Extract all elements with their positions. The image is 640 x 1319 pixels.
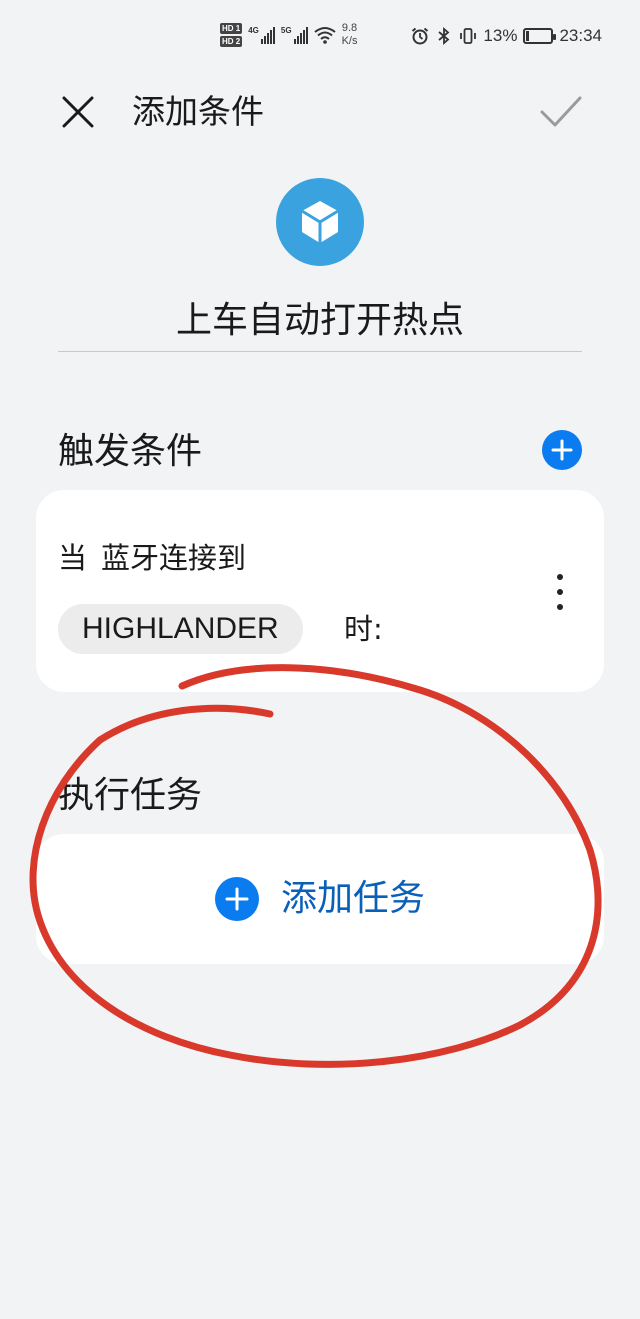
bluetooth-device-chip[interactable]: HIGHLANDER <box>58 604 303 654</box>
battery-fill <box>526 31 530 41</box>
signal-type-1: 4G <box>248 26 259 35</box>
add-task-plus-icon <box>214 877 259 921</box>
close-icon[interactable] <box>58 92 98 132</box>
bluetooth-icon <box>438 27 450 45</box>
hd-badge-2: HD 2 <box>220 36 243 47</box>
alarm-icon <box>412 27 429 45</box>
battery-icon <box>523 28 557 44</box>
condition-suffix: 时: <box>344 612 383 646</box>
status-bar: HD 1 HD 2 4G 5G 9.8 K/s 13% 23:34 <box>0 18 640 58</box>
condition-description: 当蓝牙连接到 <box>58 538 246 578</box>
add-task-button[interactable]: 添加任务 <box>36 834 604 964</box>
add-trigger-button[interactable] <box>542 430 582 470</box>
network-speed: 9.8 K/s <box>342 22 358 48</box>
wifi-icon <box>313 27 336 44</box>
plus-icon <box>551 439 573 461</box>
network-speed-value: 9.8 <box>341 22 358 34</box>
plus-icon <box>225 887 249 911</box>
scene-name-underline <box>58 351 582 352</box>
condition-prefix: 当 <box>58 541 88 575</box>
hd-badge-1: HD 1 <box>220 23 243 34</box>
signal-4g-icon: 4G <box>248 26 275 44</box>
clock: 23:34 <box>559 26 602 45</box>
trigger-section-title: 触发条件 <box>58 431 203 472</box>
scene-name-input[interactable]: 上车自动打开热点 <box>58 296 582 346</box>
condition-event: 蓝牙连接到 <box>101 541 247 575</box>
signal-5g-icon: 5G <box>281 26 308 44</box>
task-section-title: 执行任务 <box>58 775 203 816</box>
more-options-icon[interactable] <box>550 574 570 610</box>
battery-percent: 13% <box>483 26 518 45</box>
page-title: 添加条件 <box>132 92 264 131</box>
add-task-label: 添加任务 <box>280 878 425 919</box>
trigger-condition-card[interactable]: 当蓝牙连接到 HIGHLANDER 时: <box>36 490 604 692</box>
top-app-bar: 添加条件 <box>0 84 640 140</box>
add-task-card[interactable]: 添加任务 <box>36 834 604 964</box>
confirm-check-icon[interactable] <box>538 90 584 134</box>
vibrate-icon <box>460 28 477 44</box>
signal-type-2: 5G <box>280 26 292 35</box>
scene-cube-icon[interactable] <box>276 178 364 266</box>
network-speed-unit: K/s <box>341 35 358 47</box>
